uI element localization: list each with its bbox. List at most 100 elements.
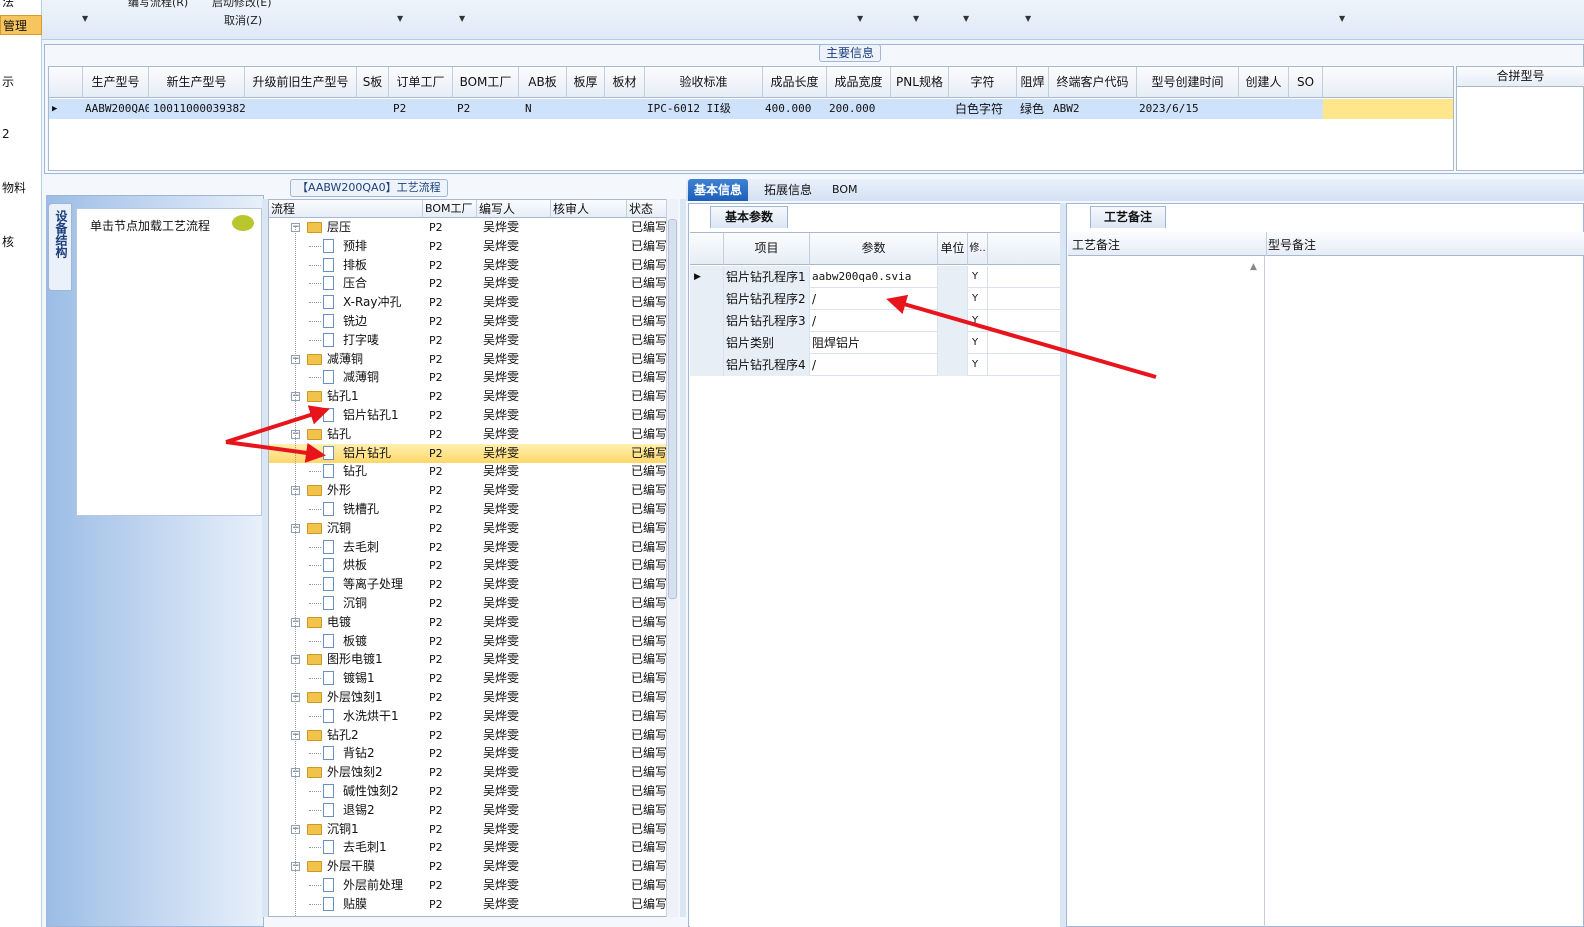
tree-row[interactable]: 去毛刺1 P2 吴烨雯 已编写 bbox=[269, 838, 677, 857]
tree-row[interactable]: 去毛刺 P2 吴烨雯 已编写 bbox=[269, 538, 677, 557]
param-value[interactable]: / bbox=[810, 354, 938, 376]
tree-row[interactable]: 退锡2 P2 吴烨雯 已编写 bbox=[269, 801, 677, 820]
col-header[interactable]: 订单工厂 bbox=[389, 67, 453, 98]
cell[interactable]: 绿色 bbox=[1018, 99, 1050, 119]
param-row[interactable]: ▶ 铝片钻孔程序1 aabw200qa0.svia Y bbox=[690, 266, 1060, 288]
cell[interactable]: 白色字符 bbox=[953, 99, 1017, 119]
splitter[interactable] bbox=[680, 199, 686, 917]
col-header[interactable]: 终端客户代码 bbox=[1049, 67, 1137, 98]
param-value[interactable]: / bbox=[810, 310, 938, 332]
tab-extended-info[interactable]: 拓展信息 bbox=[758, 179, 818, 201]
tree-row[interactable]: − 图形电镀1 P2 吴烨雯 已编写 bbox=[269, 650, 677, 669]
param-col-value[interactable]: 参数 bbox=[810, 233, 938, 265]
chevron-down-icon[interactable]: ▼ bbox=[397, 14, 403, 23]
col-header[interactable]: AB板 bbox=[519, 67, 567, 98]
tree-row[interactable]: − 沉铜 P2 吴烨雯 已编写 bbox=[269, 519, 677, 538]
param-unit[interactable] bbox=[938, 332, 968, 354]
param-item[interactable]: 铝片钻孔程序3 bbox=[724, 310, 810, 332]
param-item[interactable]: 铝片钻孔程序4 bbox=[724, 354, 810, 376]
tree-row[interactable]: 压合 P2 吴烨雯 已编写 bbox=[269, 274, 677, 293]
cancel-button[interactable]: 取消(Z) bbox=[224, 12, 262, 28]
col-header[interactable]: BOM工厂 bbox=[453, 67, 519, 98]
tab-equipment-structure[interactable]: 设备结构 bbox=[48, 203, 72, 291]
param-value[interactable]: aabw200qa0.svia bbox=[810, 266, 938, 288]
param-item[interactable]: 铝片钻孔程序1 bbox=[724, 266, 810, 288]
tree-col-flow[interactable]: 流程 bbox=[269, 200, 423, 218]
param-row[interactable]: 铝片钻孔程序4/ Y bbox=[690, 354, 1060, 376]
tree-row[interactable]: 预排 P2 吴烨雯 已编写 bbox=[269, 237, 677, 256]
col-header[interactable]: 板厚 bbox=[567, 67, 605, 98]
tree-row[interactable]: 等离子处理 P2 吴烨雯 已编写 bbox=[269, 575, 677, 594]
nav-item-5[interactable]: 核 bbox=[0, 232, 42, 252]
param-flag[interactable]: Y bbox=[968, 288, 988, 310]
tree-row[interactable]: 背钻2 P2 吴烨雯 已编写 bbox=[269, 744, 677, 763]
tree-row[interactable]: 铣边 P2 吴烨雯 已编写 bbox=[269, 312, 677, 331]
tree-row[interactable]: − 钻孔2 P2 吴烨雯 已编写 bbox=[269, 726, 677, 745]
col-header[interactable]: S板 bbox=[357, 67, 389, 98]
tree-col-reviewer[interactable]: 核审人 bbox=[551, 200, 627, 218]
tree-col-writer[interactable]: 编写人 bbox=[477, 200, 551, 218]
tree-row[interactable]: − 钻孔 P2 吴烨雯 已编写 bbox=[269, 425, 677, 444]
tree-row[interactable]: − 外层蚀刻1 P2 吴烨雯 已编写 bbox=[269, 688, 677, 707]
cell[interactable]: 2023/6/15 bbox=[1137, 99, 1237, 119]
cell[interactable]: IPC-6012 II级 bbox=[645, 99, 761, 119]
nav-item-3[interactable]: 2 bbox=[0, 124, 42, 144]
param-unit[interactable] bbox=[938, 288, 968, 310]
col-header[interactable]: 板材 bbox=[605, 67, 645, 98]
tree-row[interactable]: 碱性蚀刻2 P2 吴烨雯 已编写 bbox=[269, 782, 677, 801]
chevron-down-icon[interactable]: ▼ bbox=[913, 14, 919, 23]
tree-row[interactable]: 钻孔 P2 吴烨雯 已编写 bbox=[269, 462, 677, 481]
tree-row[interactable]: 贴膜 P2 吴烨雯 已编写 bbox=[269, 895, 677, 914]
edit-flow-button[interactable]: 编写流程(R) bbox=[128, 0, 188, 10]
param-value[interactable]: 阻焊铝片 bbox=[810, 332, 938, 354]
cell[interactable]: 10011000039382 bbox=[151, 99, 247, 119]
nav-item-1[interactable]: 管理 bbox=[0, 15, 42, 35]
tab-basic-info[interactable]: 基本信息 bbox=[688, 179, 749, 201]
cell[interactable]: N bbox=[523, 99, 563, 119]
tree-row[interactable]: 铝片钻孔 P2 吴烨雯 已编写 bbox=[269, 444, 677, 463]
scrollbar-thumb[interactable] bbox=[668, 219, 677, 599]
tree-row[interactable]: 沉铜 P2 吴烨雯 已编写 bbox=[269, 594, 677, 613]
param-col-flag[interactable]: 修.. bbox=[968, 233, 988, 265]
param-item[interactable]: 铝片钻孔程序2 bbox=[724, 288, 810, 310]
cell[interactable]: 200.000 bbox=[827, 99, 889, 119]
merge-model-header[interactable]: 合拼型号 bbox=[1457, 67, 1584, 87]
cell[interactable]: ABW2 bbox=[1051, 99, 1137, 119]
col-header[interactable]: 阻焊 bbox=[1017, 67, 1049, 98]
param-flag[interactable]: Y bbox=[968, 310, 988, 332]
cell[interactable]: AABW200QA0 bbox=[83, 99, 149, 119]
tree-row[interactable]: 水洗烘干1 P2 吴烨雯 已编写 bbox=[269, 707, 677, 726]
param-col-unit[interactable]: 单位 bbox=[938, 233, 968, 265]
col-header[interactable]: 升级前旧生产型号 bbox=[245, 67, 357, 98]
nav-item-2[interactable]: 示 bbox=[0, 72, 42, 92]
param-row[interactable]: 铝片类别 阻焊铝片 Y bbox=[690, 332, 1060, 354]
param-col-item[interactable]: 项目 bbox=[724, 233, 810, 265]
col-header[interactable]: 型号创建时间 bbox=[1137, 67, 1239, 98]
param-unit[interactable] bbox=[938, 354, 968, 376]
tree-row[interactable]: 减薄铜 P2 吴烨雯 已编写 bbox=[269, 368, 677, 387]
cell[interactable]: P2 bbox=[455, 99, 515, 119]
tree-row[interactable]: 镀锡1 P2 吴烨雯 已编写 bbox=[269, 669, 677, 688]
equipment-tree[interactable]: 单击节点加载工艺流程 bbox=[76, 208, 262, 516]
param-flag[interactable]: Y bbox=[968, 332, 988, 354]
chevron-down-icon[interactable]: ▼ bbox=[963, 14, 969, 23]
col-header[interactable]: 生产型号 bbox=[83, 67, 149, 98]
tab-bom[interactable]: BOM bbox=[826, 179, 864, 201]
param-unit[interactable] bbox=[938, 310, 968, 332]
chevron-down-icon[interactable]: ▼ bbox=[1339, 14, 1345, 23]
tree-row[interactable]: 外层前处理 P2 吴烨雯 已编写 bbox=[269, 876, 677, 895]
param-item[interactable]: 铝片类别 bbox=[724, 332, 810, 354]
chevron-down-icon[interactable]: ▼ bbox=[82, 14, 88, 23]
chevron-down-icon[interactable]: ▼ bbox=[459, 14, 465, 23]
col-header[interactable]: 字符 bbox=[949, 67, 1017, 98]
tree-row[interactable]: − 钻孔1 P2 吴烨雯 已编写 bbox=[269, 387, 677, 406]
model-notes-header[interactable]: 型号备注 bbox=[1268, 236, 1316, 253]
chevron-down-icon[interactable]: ▼ bbox=[857, 14, 863, 23]
tree-scrollbar[interactable] bbox=[666, 199, 678, 917]
process-notes-header[interactable]: 工艺备注 bbox=[1072, 236, 1120, 253]
tree-row[interactable]: − 层压 P2 吴烨雯 已编写 bbox=[269, 218, 677, 237]
cell[interactable]: 400.000 bbox=[763, 99, 825, 119]
chevron-down-icon[interactable]: ▼ bbox=[1025, 14, 1031, 23]
tab-process-notes[interactable]: 工艺备注 bbox=[1090, 206, 1166, 228]
param-row[interactable]: 铝片钻孔程序3/ Y bbox=[690, 310, 1060, 332]
